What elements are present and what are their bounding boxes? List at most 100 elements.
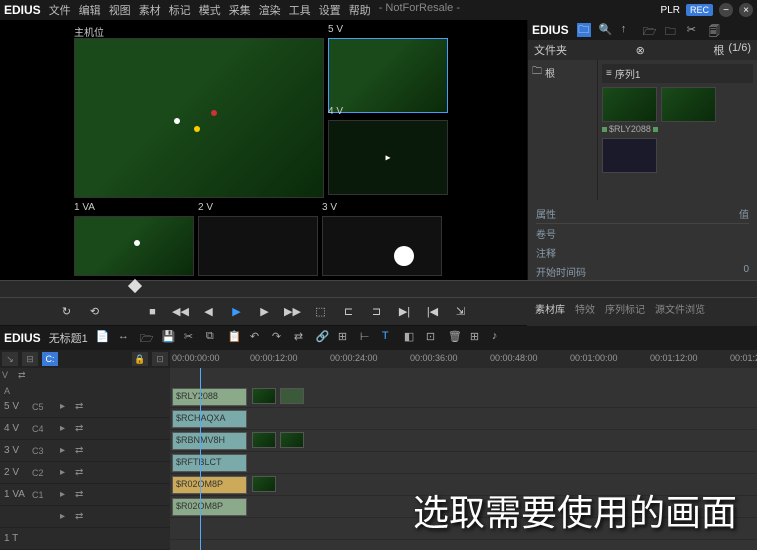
fforward-icon[interactable]: ▶▶: [284, 303, 302, 321]
prop-starttc-val[interactable]: 0: [743, 264, 749, 279]
overwrite-icon[interactable]: ⇲: [452, 303, 470, 321]
tl-redo-icon[interactable]: ↷: [272, 330, 288, 346]
folder-icon[interactable]: 🗀: [577, 23, 591, 37]
menu-clip[interactable]: 素材: [139, 2, 161, 18]
track-link-icon[interactable]: ⇄: [75, 511, 87, 523]
tl-snap-icon[interactable]: ⊢: [360, 330, 376, 346]
menu-help[interactable]: 帮助: [349, 2, 371, 18]
track-link-icon[interactable]: ⇄: [75, 445, 87, 457]
menu-marker[interactable]: 标记: [169, 2, 191, 18]
up-icon[interactable]: ↑: [621, 23, 635, 37]
tl-link-icon[interactable]: 🔗: [316, 330, 332, 346]
rewind-icon[interactable]: ◀◀: [172, 303, 190, 321]
track-patch-icon[interactable]: ▸: [60, 445, 72, 457]
tl-ripple-icon[interactable]: ⇄: [294, 330, 310, 346]
stop-icon[interactable]: ■: [144, 303, 162, 321]
search-icon[interactable]: 🔍: [599, 23, 613, 37]
clip-thumb-icon[interactable]: [252, 388, 276, 404]
bin-thumb-1[interactable]: [602, 87, 657, 122]
track-patch-icon[interactable]: ▸: [60, 511, 72, 523]
menu-view[interactable]: 视图: [109, 2, 131, 18]
bin-thumb-2[interactable]: [661, 87, 716, 122]
rec-badge[interactable]: REC: [686, 4, 713, 16]
tl-new-icon[interactable]: 📄: [96, 330, 112, 346]
tl-copy-icon[interactable]: ⧉: [206, 330, 222, 346]
sequence-tab[interactable]: 无标题1: [49, 330, 88, 346]
clip-thumb-icon[interactable]: [280, 388, 304, 404]
tl-delete-icon[interactable]: 🗑: [448, 330, 464, 346]
track-header-1va[interactable]: 1 VA C1 ▸⇄: [0, 484, 170, 506]
track-patch-icon[interactable]: ▸: [60, 401, 72, 413]
loop-icon[interactable]: ↻: [58, 303, 76, 321]
new-folder-icon[interactable]: 🗀: [665, 23, 679, 37]
tl-undo-icon[interactable]: ↶: [250, 330, 266, 346]
camera-4v[interactable]: 4 V ▸: [328, 120, 448, 195]
close-icon[interactable]: ×: [739, 3, 753, 17]
tl-save-icon[interactable]: 💾: [162, 330, 178, 346]
menu-edit[interactable]: 编辑: [79, 2, 101, 18]
track-1t-row[interactable]: [170, 518, 757, 540]
mode-insert[interactable]: ↘: [2, 352, 18, 366]
tab-bin[interactable]: 素材库: [535, 301, 565, 316]
track-header-4v[interactable]: 4 V C4 ▸⇄: [0, 418, 170, 440]
tl-multi-icon[interactable]: ⊞: [470, 330, 486, 346]
tl-paste-icon[interactable]: 📋: [228, 330, 244, 346]
folder-close-icon[interactable]: ⊗: [636, 44, 645, 57]
tl-render-icon[interactable]: ◧: [404, 330, 420, 346]
camera-3v[interactable]: 3 V: [322, 216, 442, 276]
timeline-playhead[interactable]: [200, 368, 201, 550]
tab-effects[interactable]: 特效: [575, 301, 595, 316]
shuttle-icon[interactable]: ⟲: [86, 303, 104, 321]
prev-edit-icon[interactable]: |◀: [424, 303, 442, 321]
menu-render[interactable]: 渲染: [259, 2, 281, 18]
camera-5v[interactable]: 5 V: [328, 38, 448, 113]
clip-thumb-icon[interactable]: [280, 432, 304, 448]
menu-tools[interactable]: 工具: [289, 2, 311, 18]
clip-thumb-icon[interactable]: [252, 432, 276, 448]
track-patch-icon[interactable]: ▸: [60, 467, 72, 479]
mark-out-icon[interactable]: ⊐: [368, 303, 386, 321]
cut-icon[interactable]: ✂: [687, 23, 701, 37]
track-header-3v[interactable]: 3 V C3 ▸⇄: [0, 440, 170, 462]
menu-capture[interactable]: 采集: [229, 2, 251, 18]
export-icon[interactable]: ⬚: [312, 303, 330, 321]
folder-open-icon[interactable]: 🗁: [643, 23, 657, 37]
tab-browser[interactable]: 源文件浏览: [655, 301, 705, 316]
copy-icon[interactable]: 🗐: [709, 23, 723, 37]
clip-audio[interactable]: $R02OM8P: [172, 498, 247, 516]
camera-2v[interactable]: 2 V: [198, 216, 318, 276]
bin-thumb-3[interactable]: [602, 138, 657, 173]
playhead-icon[interactable]: [128, 279, 142, 293]
track-header-5v[interactable]: 5 V C5 ▸⇄: [0, 396, 170, 418]
track-header-audio[interactable]: ▸⇄: [0, 506, 170, 528]
clip-1va[interactable]: $R02OM8P: [172, 476, 247, 494]
track-link-icon[interactable]: ⇄: [75, 401, 87, 413]
next-frame-icon[interactable]: ▶: [256, 303, 274, 321]
scrubber[interactable]: [0, 280, 757, 298]
track-link-icon[interactable]: ⇄: [75, 489, 87, 501]
clip-2v[interactable]: $RFTBLCT: [172, 454, 247, 472]
tree-root[interactable]: 🗀根: [532, 64, 593, 81]
clip-thumb-icon[interactable]: [252, 476, 276, 492]
tl-title-icon[interactable]: T: [382, 330, 398, 346]
menu-mode[interactable]: 模式: [199, 2, 221, 18]
clip-4v[interactable]: $RCHAQXA: [172, 410, 247, 428]
mode-sync[interactable]: ⊡: [152, 352, 168, 366]
tl-arrow-icon[interactable]: ↔: [118, 330, 134, 346]
next-edit-icon[interactable]: ▶|: [396, 303, 414, 321]
tab-markers[interactable]: 序列标记: [605, 301, 645, 316]
play-icon[interactable]: ▶: [228, 303, 246, 321]
track-link-icon[interactable]: ⇄: [75, 423, 87, 435]
tl-match-icon[interactable]: ⊡: [426, 330, 442, 346]
camera-main[interactable]: 主机位: [74, 38, 324, 198]
mode-cue[interactable]: C:: [42, 352, 58, 366]
mode-lock[interactable]: 🔒: [132, 352, 148, 366]
clip-5v[interactable]: $RLY2088: [172, 388, 247, 406]
tl-audio-icon[interactable]: ♪: [492, 330, 508, 346]
tl-open-icon[interactable]: 🗁: [140, 330, 156, 346]
clip-3v[interactable]: $RBNMV8H: [172, 432, 247, 450]
menu-settings[interactable]: 设置: [319, 2, 341, 18]
track-link-icon[interactable]: ⇄: [75, 467, 87, 479]
track-patch-icon[interactable]: ▸: [60, 423, 72, 435]
track-header-1t[interactable]: 1 T: [0, 528, 170, 550]
